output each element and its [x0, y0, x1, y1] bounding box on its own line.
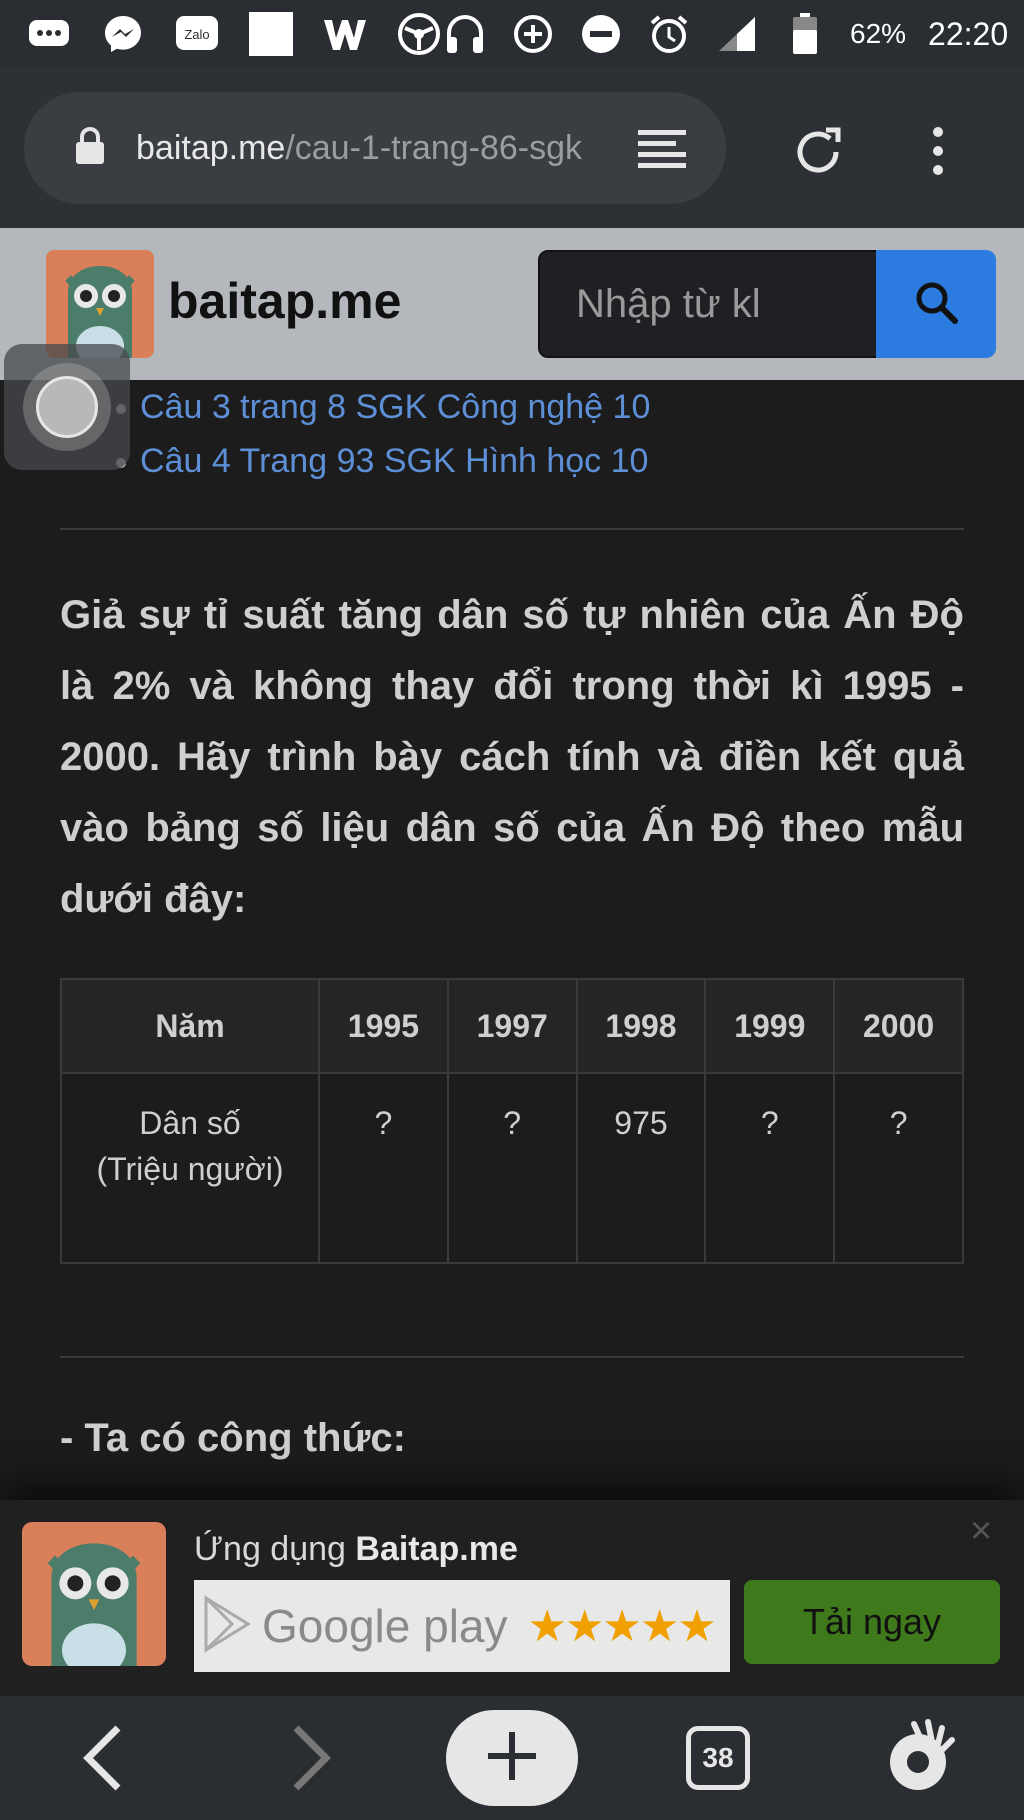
- address-bar[interactable]: baitap.me/cau-1-trang-86-sgk: [24, 92, 726, 204]
- search-icon: [912, 278, 960, 331]
- assistive-touch-button[interactable]: [4, 344, 130, 470]
- table-header-cell: 2000: [833, 978, 964, 1074]
- banner-title: Ứng dụng Baitap.me: [194, 1530, 518, 1569]
- reader-mode-icon[interactable]: [634, 122, 690, 179]
- messenger-icon: [100, 11, 146, 57]
- site-brand[interactable]: baitap.me: [168, 272, 401, 330]
- browser-bottom-nav: 38: [0, 1696, 1024, 1820]
- table-cell: 975: [575, 1072, 707, 1264]
- article-content: Câu 3 trang 8 SGK Công nghệ 10 Câu 4 Tra…: [0, 380, 1024, 1500]
- browser-toolbar: baitap.me/cau-1-trang-86-sgk: [0, 68, 1024, 228]
- divider: [60, 528, 964, 530]
- table-header-row: Năm 1995 1997 1998 1999 2000: [60, 978, 964, 1074]
- table-header-cell: 1997: [446, 978, 578, 1074]
- search-button[interactable]: [876, 250, 996, 358]
- reload-icon[interactable]: [790, 124, 846, 185]
- population-table: Năm 1995 1997 1998 1999 2000 Dân số (Tri…: [60, 978, 964, 1264]
- browser-brand-icon[interactable]: [884, 1718, 958, 1799]
- formula-heading: - Ta có công thức:: [60, 1416, 406, 1460]
- search-placeholder: Nhập từ kl: [576, 281, 761, 326]
- divider: [60, 1356, 964, 1358]
- table-cell: ?: [704, 1072, 836, 1264]
- table-header-cell: Năm: [60, 978, 320, 1074]
- site-header: baitap.me Nhập từ kl: [0, 228, 1024, 380]
- related-link[interactable]: Câu 3 trang 8 SGK Công nghệ 10: [115, 380, 650, 434]
- tab-switcher-button[interactable]: 38: [686, 1726, 750, 1790]
- battery-icon: [782, 11, 828, 57]
- table-cell: ?: [446, 1072, 578, 1264]
- w-app-icon: [322, 11, 368, 57]
- clock: 22:20: [928, 15, 1009, 52]
- question-text: Giả sự tỉ suất tăng dân số tự nhiên của …: [60, 593, 964, 921]
- close-icon[interactable]: ×: [970, 1510, 992, 1553]
- url-domain: baitap.me: [136, 128, 286, 167]
- install-now-button[interactable]: Tải ngay: [744, 1580, 1000, 1664]
- banner-title-brand: Baitap.me: [355, 1530, 518, 1568]
- table-header-cell: 1995: [318, 978, 449, 1074]
- new-tab-button[interactable]: [446, 1710, 578, 1806]
- table-row-label: Dân số (Triệu người): [60, 1072, 320, 1264]
- row-label-line2: (Triệu người): [96, 1151, 284, 1187]
- table-cell: ?: [833, 1072, 964, 1264]
- google-play-badge[interactable]: Google play ★★★★★: [194, 1580, 730, 1672]
- headphones-icon: [442, 11, 488, 57]
- back-icon[interactable]: [76, 1720, 132, 1801]
- signal-icon: [714, 11, 760, 57]
- table-row: Dân số (Triệu người) ? ? 975 ? ?: [60, 1072, 964, 1264]
- table-cell: ?: [318, 1072, 449, 1264]
- forward-icon[interactable]: [282, 1720, 338, 1801]
- related-link[interactable]: Câu 4 Trang 93 SGK Hình học 10: [115, 434, 650, 488]
- zalo-icon: Zalo: [174, 11, 220, 57]
- blank-notification-icon: [248, 11, 294, 57]
- lock-icon: [74, 126, 106, 171]
- status-bar: Zalo 62% 22:20: [0, 0, 1024, 68]
- related-links: Câu 3 trang 8 SGK Công nghệ 10 Câu 4 Tra…: [115, 380, 650, 488]
- rating-stars: ★★★★★: [527, 1601, 717, 1651]
- chat-bubble-icon: [26, 11, 72, 57]
- search-input[interactable]: Nhập từ kl: [538, 250, 880, 358]
- table-header-cell: 1999: [704, 978, 836, 1074]
- play-store-icon: [202, 1594, 252, 1659]
- data-saver-icon: [510, 11, 556, 57]
- do-not-disturb-icon: [578, 11, 624, 57]
- steering-icon: [396, 11, 442, 57]
- url-path: /cau-1-trang-86-sgk: [285, 128, 583, 167]
- alarm-icon: [646, 11, 692, 57]
- row-label-line1: Dân số: [139, 1105, 241, 1141]
- banner-title-prefix: Ứng dụng: [194, 1530, 356, 1568]
- more-options-icon[interactable]: [930, 126, 946, 181]
- owl-logo: [22, 1522, 166, 1666]
- zalo-label: Zalo: [184, 27, 209, 42]
- google-play-label: Google play: [262, 1600, 508, 1652]
- url-text[interactable]: baitap.me/cau-1-trang-86-sgk: [136, 129, 612, 168]
- owl-logo[interactable]: [46, 250, 154, 358]
- plus-icon: [484, 1728, 540, 1789]
- table-header-cell: 1998: [575, 978, 707, 1074]
- battery-percentage: 62%: [850, 18, 907, 49]
- app-install-banner: Ứng dụng Baitap.me Google play ★★★★★ Tải…: [0, 1500, 1024, 1696]
